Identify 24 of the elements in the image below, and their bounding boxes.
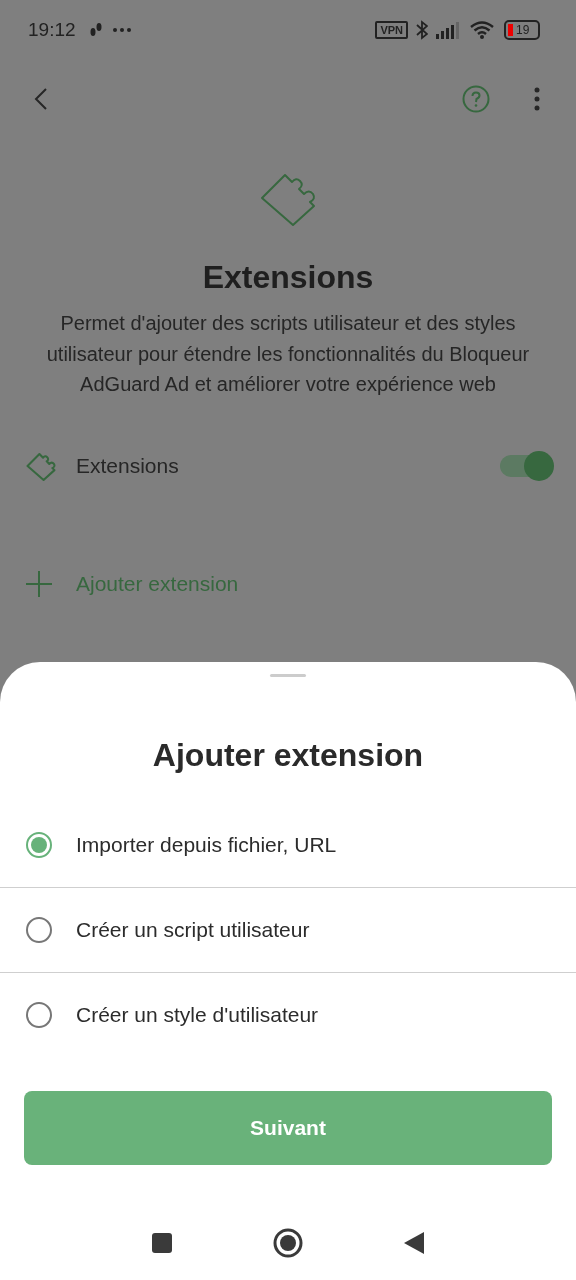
vpn-indicator: VPN bbox=[375, 21, 408, 39]
option-label[interactable]: Créer un script utilisateur bbox=[76, 918, 310, 942]
option-label[interactable]: Importer depuis fichier, URL bbox=[76, 833, 337, 857]
radio-button[interactable] bbox=[26, 1002, 52, 1028]
bluetooth-icon bbox=[416, 20, 428, 40]
extensions-label: Extensions bbox=[76, 453, 179, 478]
radio-button[interactable] bbox=[26, 917, 52, 943]
puzzle-icon bbox=[26, 450, 56, 481]
back-nav-icon[interactable] bbox=[403, 1231, 425, 1255]
home-icon[interactable] bbox=[273, 1228, 303, 1258]
radio-button[interactable] bbox=[26, 832, 52, 858]
recents-icon[interactable] bbox=[151, 1232, 173, 1254]
signal-icon bbox=[436, 21, 462, 39]
battery-indicator: 19 bbox=[504, 20, 540, 40]
page-description: Permet d'ajouter des scripts utilisateur et des styles utilisateur pour étendre les fonctionnalités du Bloqueur AdGuard Ad et améliorer votre expérience web bbox=[45, 311, 531, 397]
sheet-title: Ajouter extension bbox=[151, 737, 425, 775]
option-label[interactable]: Créer un style d'utilisateur bbox=[76, 1003, 319, 1027]
status-time: 19:12 bbox=[28, 19, 76, 41]
wifi-icon bbox=[470, 21, 494, 39]
back-icon[interactable] bbox=[34, 88, 48, 110]
drag-handle[interactable] bbox=[270, 674, 306, 677]
more-notifications-icon bbox=[111, 27, 132, 33]
menu-icon[interactable] bbox=[534, 87, 540, 111]
page-title: Extensions bbox=[202, 259, 374, 296]
